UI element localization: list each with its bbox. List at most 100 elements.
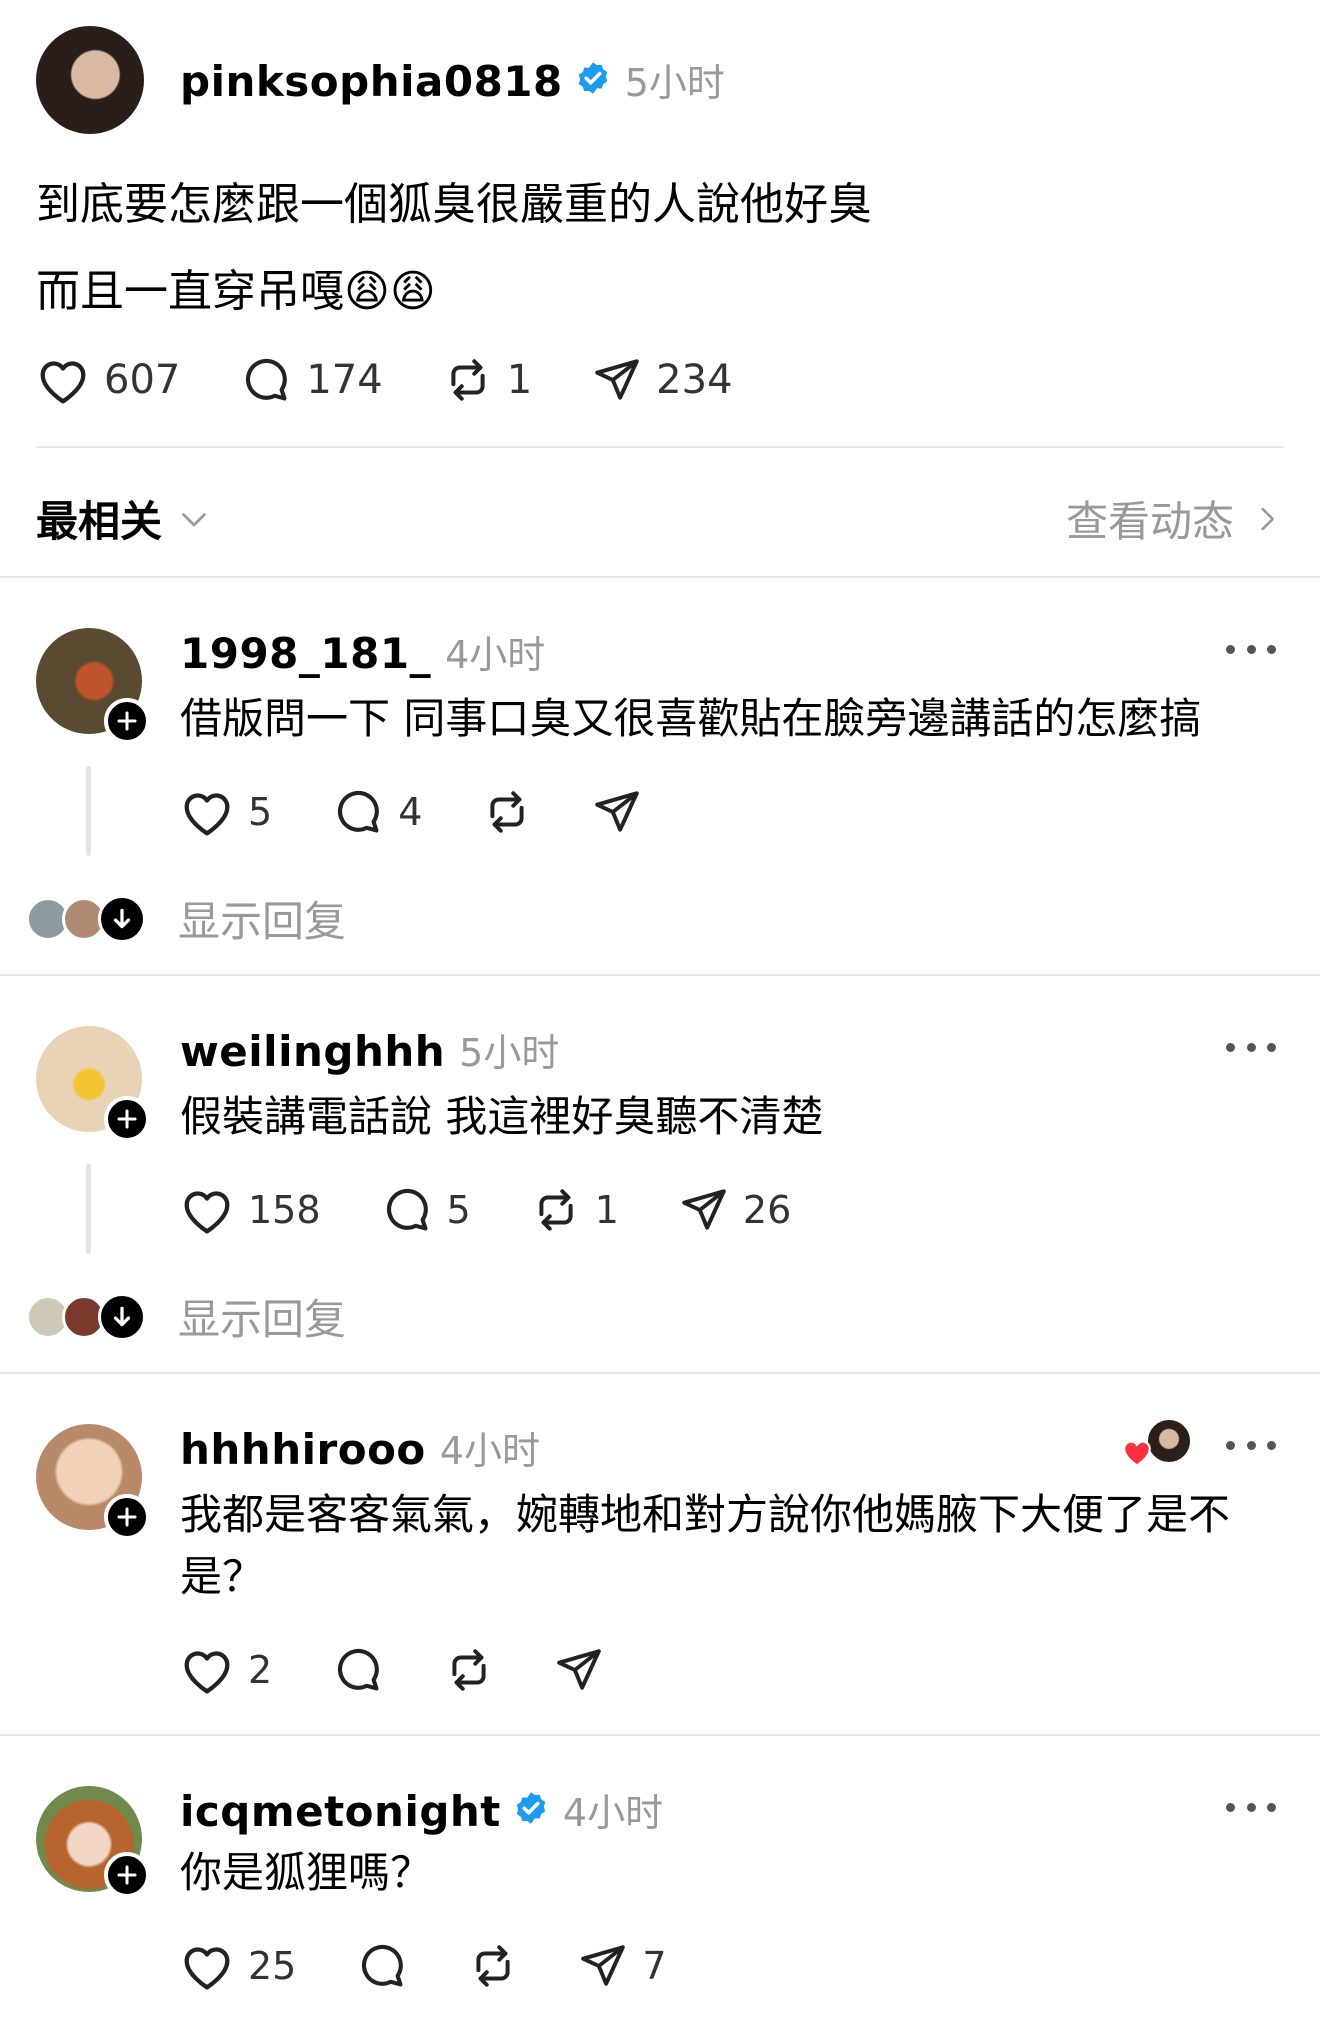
like-button[interactable]: 158: [180, 1185, 321, 1235]
comment-button[interactable]: 174: [240, 354, 383, 406]
comment-count: 174: [306, 357, 383, 403]
show-replies-label: 显示回复: [178, 897, 347, 946]
share-count: 26: [742, 1188, 792, 1232]
comment-actions: 158 5 1 26: [180, 1184, 851, 1236]
repost-button[interactable]: [444, 1645, 494, 1695]
share-count: 7: [642, 1944, 667, 1988]
comment-header: hhhhirooo 4小时: [180, 1420, 540, 1475]
more-icon[interactable]: [1226, 1800, 1276, 1814]
like-count: 5: [248, 790, 273, 834]
sort-bar: 最相关 查看动态: [36, 488, 1284, 549]
like-count: 158: [248, 1188, 321, 1232]
share-icon: [595, 791, 640, 832]
like-count: 25: [248, 1944, 297, 1988]
comment-button[interactable]: 4: [332, 786, 422, 838]
comment-icon: [246, 358, 288, 401]
sort-label: 最相关: [36, 497, 163, 546]
chevron-down-icon: [182, 512, 206, 526]
share-button[interactable]: [554, 1645, 604, 1695]
comment-count: 5: [446, 1188, 471, 1232]
more-icon[interactable]: [1226, 642, 1276, 656]
comment-header: icqmetonight 4小时: [180, 1782, 663, 1837]
heart-icon: [1123, 1440, 1151, 1467]
verified-icon: [516, 1792, 546, 1824]
follow-button[interactable]: [104, 698, 150, 744]
view-activity-label: 查看动态: [1065, 497, 1234, 546]
comment-actions: 5 4: [180, 786, 702, 838]
more-icon[interactable]: [1226, 1438, 1276, 1452]
comment-time: 5小时: [459, 1031, 560, 1075]
post-text-line2-wrap: 而且一直穿吊嘎😩😩: [36, 255, 436, 319]
post-username[interactable]: pinksophia0818: [180, 57, 563, 106]
follow-button[interactable]: [104, 1494, 150, 1540]
comment-count: 4: [398, 790, 423, 834]
follow-plus-icon: [117, 1109, 137, 1129]
heart-icon: [184, 1191, 230, 1234]
comment-text: 我都是客客氣氣，婉轉地和對方說你他媽腋下大便了是不是？: [180, 1490, 1231, 1601]
comment-text: 假裝講電話說 我這裡好臭聽不清楚: [180, 1092, 824, 1141]
repost-count: 1: [506, 357, 533, 403]
repost-button[interactable]: 1: [531, 1185, 619, 1235]
share-button[interactable]: [592, 787, 642, 837]
repost-icon: [539, 1189, 573, 1231]
comment-button[interactable]: 5: [381, 1184, 471, 1236]
like-button[interactable]: 5: [180, 787, 272, 837]
follow-plus-icon: [117, 1865, 137, 1885]
section-divider: [0, 576, 1320, 578]
thread-line: [86, 766, 91, 856]
share-icon: [682, 1189, 726, 1230]
share-button[interactable]: 26: [679, 1185, 791, 1235]
comment-icon: [362, 1944, 404, 1987]
comment-divider: [0, 974, 1320, 976]
comment-actions: 2: [180, 1644, 664, 1696]
share-button[interactable]: 234: [592, 355, 733, 405]
post-actions: 607 174 1 234: [36, 354, 793, 406]
show-replies-row[interactable]: 显示回复: [26, 1286, 346, 1347]
share-count: 234: [656, 357, 733, 403]
share-button[interactable]: 7: [578, 1941, 667, 1991]
follow-button[interactable]: [104, 1096, 150, 1142]
author-liked-badge: [1120, 1418, 1194, 1468]
like-button[interactable]: 25: [180, 1941, 296, 1991]
repost-button[interactable]: [482, 787, 532, 837]
comment-actions: 25 7: [180, 1940, 727, 1992]
follow-button[interactable]: [104, 1852, 150, 1898]
like-count: 607: [104, 357, 181, 403]
comment-time: 4小时: [562, 1791, 664, 1835]
comment-username[interactable]: 1998_181_: [180, 629, 431, 678]
repost-icon: [476, 1945, 510, 1987]
comment-username[interactable]: icqmetonight: [180, 1787, 501, 1836]
comment-username[interactable]: weilinghhh: [180, 1027, 445, 1076]
follow-plus-icon: [117, 1507, 137, 1527]
like-button[interactable]: 2: [180, 1645, 272, 1695]
comment-username[interactable]: hhhhirooo: [180, 1425, 426, 1474]
repost-button[interactable]: 1: [443, 355, 532, 405]
comment-icon: [338, 790, 380, 833]
view-activity-link[interactable]: 查看动态: [1066, 488, 1284, 549]
share-icon: [595, 359, 639, 400]
comment-divider: [0, 1372, 1320, 1374]
sort-dropdown[interactable]: 最相关: [36, 488, 212, 549]
post-emoji: 😩😩: [344, 266, 436, 317]
heart-icon: [184, 793, 230, 836]
follow-plus-icon: [117, 711, 137, 731]
like-button[interactable]: 607: [36, 355, 180, 405]
comment-button[interactable]: [332, 1644, 384, 1696]
thread-line: [86, 1164, 91, 1254]
heart-icon: [184, 1651, 230, 1694]
heart-icon: [40, 361, 86, 404]
comment-time: 4小时: [445, 633, 546, 677]
comment-icon: [338, 1648, 380, 1691]
repost-icon: [451, 359, 485, 401]
verified-icon: [578, 62, 607, 94]
show-replies-row[interactable]: 显示回复: [26, 888, 346, 949]
comment-divider: [0, 1734, 1320, 1736]
arrow-down-icon: [98, 894, 146, 943]
heart-icon: [184, 1947, 230, 1990]
repost-icon: [490, 791, 524, 833]
repost-button[interactable]: [468, 1941, 518, 1991]
more-icon[interactable]: [1226, 1040, 1276, 1054]
comment-button[interactable]: [356, 1940, 408, 1992]
comment-header: weilinghhh 5小时: [180, 1022, 559, 1077]
post-author-avatar[interactable]: [36, 26, 144, 134]
